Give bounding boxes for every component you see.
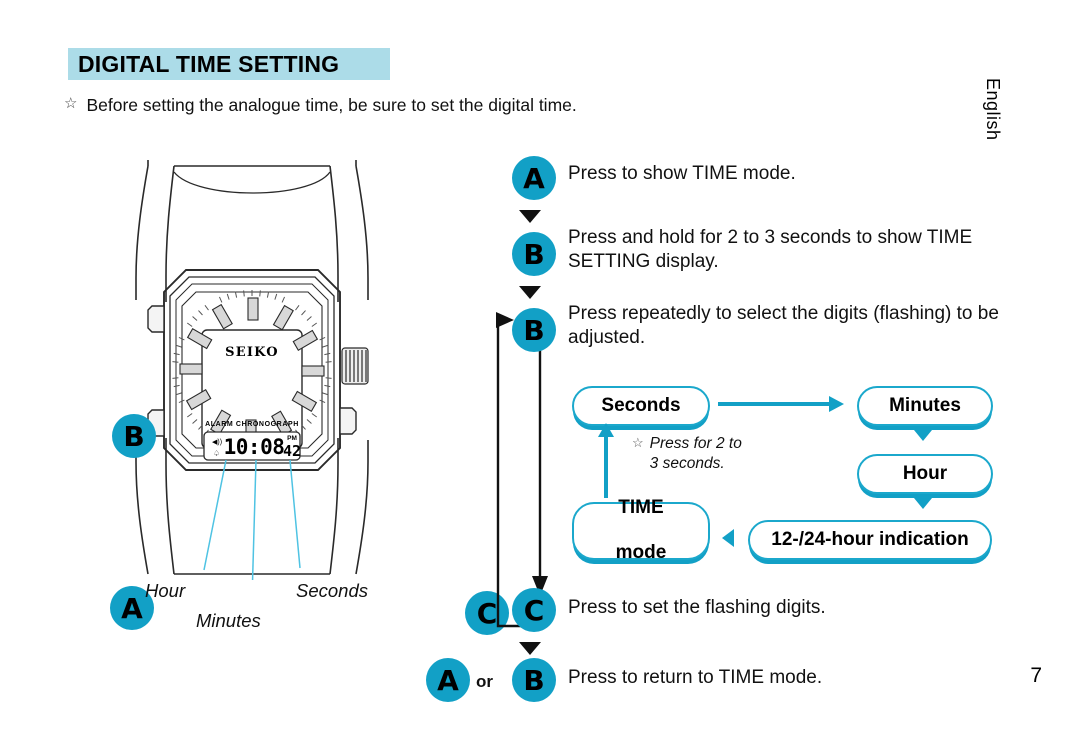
svg-text:♤: ♤ [213,449,220,458]
callout-label-seconds: Seconds [296,580,368,601]
lcd-pm-text: PM [287,435,297,442]
step-arrow-down-1 [519,210,541,223]
callout-lines [203,459,301,580]
step-text-3: Press repeatedly to select the digits (f… [568,303,999,349]
callout-label-minutes: Minutes [196,610,261,631]
watch-subtitle-text: ALARM CHRONOGRAPH [205,421,299,428]
flow-node-hour[interactable]: Hour [857,454,993,494]
flow-note-line2: 3 seconds. [649,455,725,473]
flow-node-minutes-label: Minutes [889,395,961,416]
watch-illustration: SEIKO ALARM CHRONOGRAPH 10:08 42 PM ◀)) … [56,160,509,635]
feedback-loop-arrow [496,312,548,628]
flow-arrow-hour-to-indication [914,498,932,509]
step-badge-c-1[interactable]: C [512,588,556,632]
or-label: or [476,672,493,691]
flow-node-time-mode[interactable]: TIME mode [572,497,710,563]
flow-arrow-time-mode-to-seconds [598,423,614,498]
watch-brand-text: SEIKO [225,345,279,360]
language-tab: English [983,78,1003,141]
flow-note-line1: Press for 2 to [649,435,742,452]
lead-note-text: Before setting the analogue time, be sur… [86,95,577,115]
manual-page: DIGITAL TIME SETTING ☆ Before setting th… [0,0,1080,752]
lead-note: ☆ Before setting the analogue time, be s… [64,94,824,118]
flow-note: ☆ Press for 2 to 3 seconds. [632,434,782,474]
flow-node-minutes[interactable]: Minutes [857,386,993,426]
lcd-seconds-text: 42 [283,442,301,460]
flow-node-time-mode-line2: mode [615,542,667,564]
step-text-4: Press to set the flashing digits. [568,597,826,618]
step-text-1: Press to show TIME mode. [568,163,796,184]
flow-node-hour-indication-label: 12-/24-hour indication [771,529,969,550]
flow-node-hour-indication[interactable]: 12-/24-hour indication [748,520,992,560]
flow-node-time-mode-line1: TIME [618,497,664,519]
step-badge-b-3[interactable]: B [512,658,556,702]
flow-node-seconds-label: Seconds [601,395,681,416]
step-badge-a-2[interactable]: A [426,658,470,702]
flow-arrow-indication-to-time-mode [722,529,734,547]
step-badge-a-1[interactable]: A [512,156,556,200]
callout-label-hour: Hour [145,580,186,601]
step-arrow-down-2 [519,286,541,299]
star-bullet-icon-note: ☆ [632,435,644,450]
star-bullet-icon: ☆ [64,95,78,112]
flow-arrow-seconds-to-minutes [718,396,844,412]
page-title: DIGITAL TIME SETTING [78,50,340,77]
flow-note-text: Press for 2 to 3 seconds. [650,434,742,474]
watch-button-b-badge[interactable]: B [112,414,156,458]
step-text-2: Press and hold for 2 to 3 seconds to sho… [568,227,973,273]
lcd-time-text: 10:08 [224,435,285,459]
flow-arrow-minutes-to-hour [914,430,932,441]
step-badge-b-2[interactable]: B [512,308,556,352]
setting-sequence-flowchart: Seconds Minutes Hour 12-/24-hour indicat… [566,382,1016,563]
flow-node-seconds[interactable]: Seconds [572,386,710,426]
step-badge-b-1[interactable]: B [512,232,556,276]
watch-drawing: SEIKO ALARM CHRONOGRAPH 10:08 42 PM ◀)) … [135,160,369,580]
svg-text:◀)): ◀)) [212,439,222,446]
page-title-bar: DIGITAL TIME SETTING [68,48,390,80]
step-text-5: Press to return to TIME mode. [568,667,823,688]
flow-node-hour-label: Hour [902,463,948,484]
step-arrow-down-3 [519,642,541,655]
